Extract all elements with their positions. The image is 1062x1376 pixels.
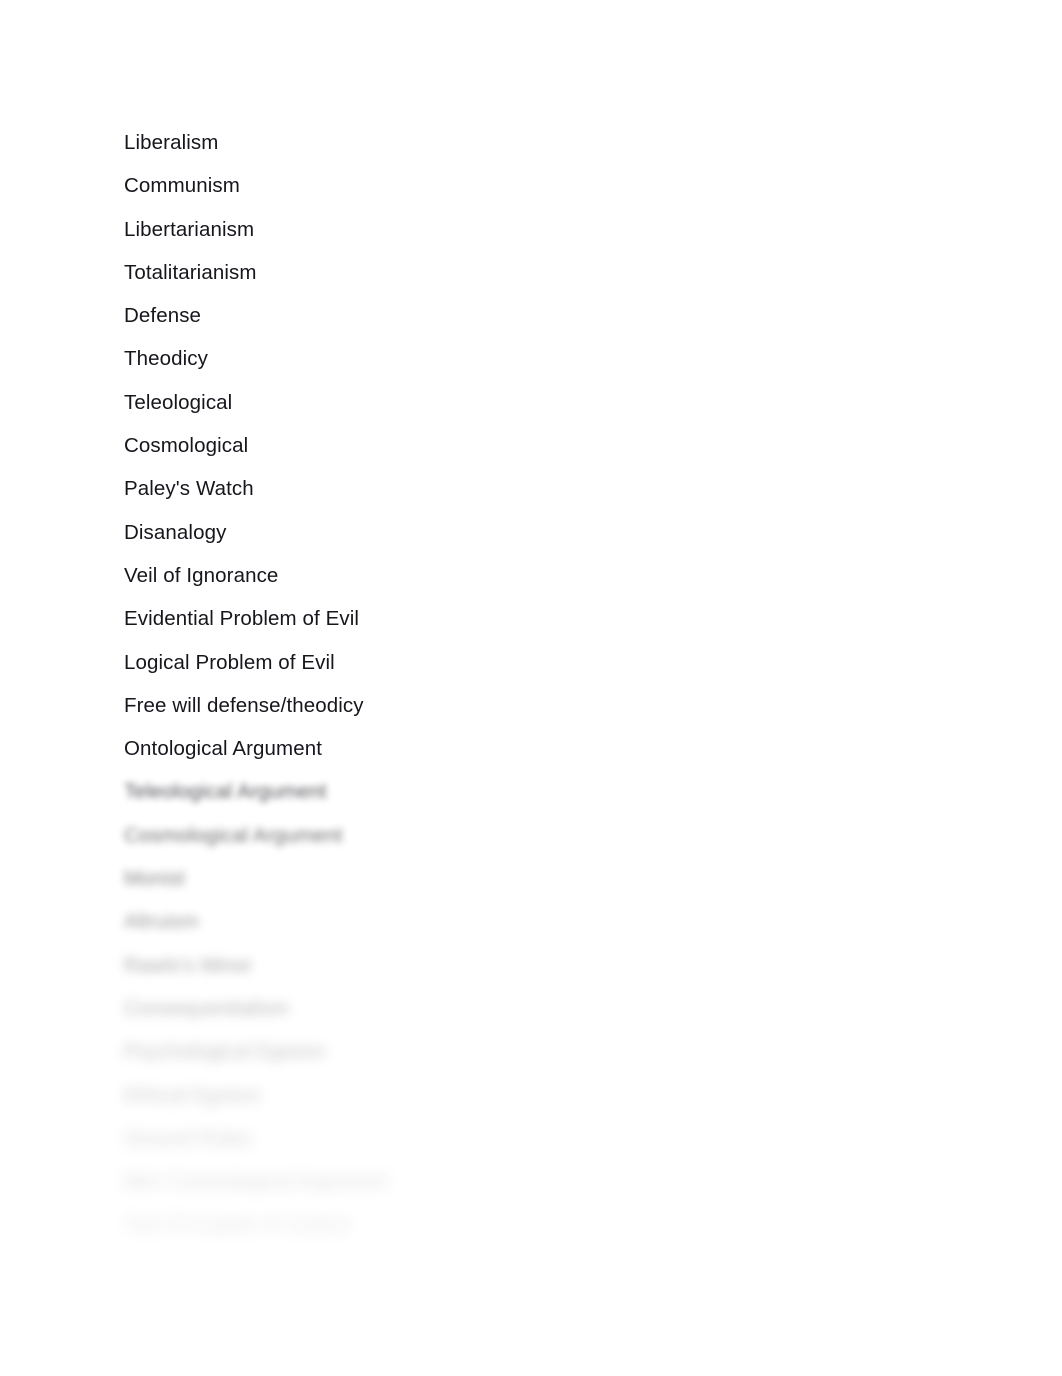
term-list-item: Communism <box>124 174 240 198</box>
term-list-item: Mini Cosmological Argument <box>124 1170 387 1194</box>
term-list-item: Teleological Argument <box>124 780 327 804</box>
term-list-item: Paley's Watch <box>124 477 254 501</box>
term-list-item: Totalitarianism <box>124 260 257 284</box>
term-list-item: Libertarianism <box>124 217 255 241</box>
term-list-item: Evidential Problem of Evil <box>124 607 360 631</box>
term-list-item: Consequentialism <box>124 996 289 1020</box>
term-list-item: Disanalogy <box>124 520 227 544</box>
term-list-item: Altruism <box>124 910 199 934</box>
term-list-item: Two Principles of Justice <box>124 1213 351 1237</box>
term-list-item: Ground Rules <box>124 1126 252 1150</box>
term-list-item: Ontological Argument <box>124 737 323 761</box>
term-list-item: Rawls's Minor <box>124 953 253 977</box>
term-list-item: Free will defense/theodicy <box>124 693 364 717</box>
term-list-item: Liberalism <box>124 131 219 154</box>
term-list-item: Defense <box>124 304 202 328</box>
term-list: Liberalism Communism Libertarianism Totalit… <box>124 121 944 1247</box>
term-list-item: Teleological <box>124 390 233 414</box>
term-list-item: Theodicy <box>124 347 208 371</box>
document-page: Liberalism Communism Libertarianism Totalit… <box>0 0 1062 1376</box>
term-list-item: Monist <box>124 867 185 891</box>
term-list-item: Cosmological <box>124 434 249 458</box>
term-list-item: Veil of Ignorance <box>124 563 279 587</box>
term-list-item: Cosmological Argument <box>124 823 343 847</box>
term-list-item: Logical Problem of Evil <box>124 650 335 674</box>
term-list-item: Ethical Egoism <box>124 1083 261 1107</box>
term-list-item: Psychological Egoism <box>124 1040 326 1064</box>
